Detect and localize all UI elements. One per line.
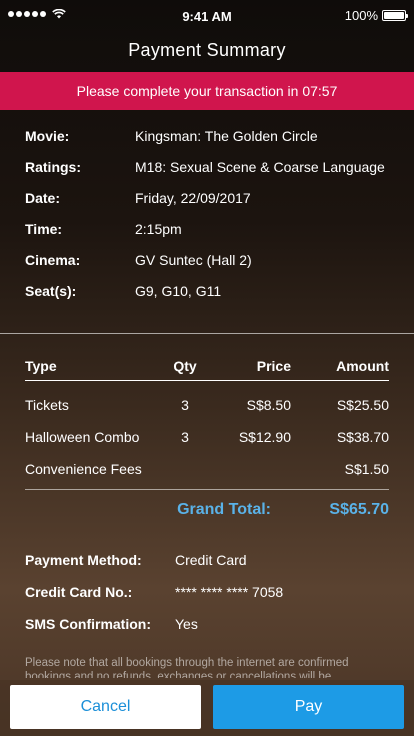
table-row: Tickets 3 S$8.50 S$25.50	[25, 389, 389, 421]
cell-price: S$8.50	[246, 397, 291, 413]
status-right: 100%	[344, 8, 408, 23]
payment-row-method: Payment Method: Credit Card	[25, 552, 395, 569]
cell-amount: S$1.50	[344, 461, 389, 477]
detail-label: Ratings:	[25, 159, 81, 175]
payment-label: Payment Method:	[25, 552, 142, 568]
detail-value: Friday, 22/09/2017	[135, 190, 251, 206]
detail-label: Time:	[25, 221, 63, 237]
detail-value: GV Suntec (Hall 2)	[135, 252, 252, 268]
cancel-button[interactable]: Cancel	[10, 685, 201, 729]
grand-total-row: Grand Total: S$65.70	[25, 490, 389, 530]
table-row: Convenience Fees S$1.50	[25, 453, 389, 485]
price-table: Type Qty Price Amount Tickets 3 S$8.50 S…	[25, 358, 389, 530]
header-price: Price	[256, 358, 291, 374]
payment-row-card: Credit Card No.: **** **** **** 7058	[25, 584, 395, 601]
page-title: Payment Summary	[128, 40, 286, 60]
cell-price: S$12.90	[238, 429, 291, 445]
battery-icon	[382, 10, 408, 21]
pay-button[interactable]: Pay	[213, 685, 404, 729]
cell-qty: 3	[181, 397, 189, 413]
detail-row-ratings: Ratings: M18: Sexual Scene & Coarse Lang…	[25, 159, 395, 176]
booking-note: Please note that all bookings through th…	[25, 657, 349, 678]
payment-details: Payment Method: Credit Card Credit Card …	[25, 552, 395, 648]
detail-value: M18: Sexual Scene & Coarse Language	[135, 159, 385, 175]
grand-total-value: S$65.70	[329, 501, 389, 518]
detail-row-date: Date: Friday, 22/09/2017	[25, 190, 395, 207]
cell-type: Tickets	[25, 397, 69, 413]
header-underline	[25, 380, 389, 381]
cell-type: Convenience Fees	[25, 461, 142, 477]
header-type: Type	[25, 358, 57, 374]
detail-row-movie: Movie: Kingsman: The Golden Circle	[25, 128, 395, 145]
cell-amount: S$38.70	[336, 429, 389, 445]
detail-row-time: Time: 2:15pm	[25, 221, 395, 238]
payment-label: SMS Confirmation:	[25, 616, 151, 632]
detail-label: Movie:	[25, 128, 70, 144]
section-divider	[0, 333, 414, 334]
header-qty: Qty	[173, 358, 197, 374]
detail-label: Seat(s):	[25, 283, 77, 299]
payment-value: Yes	[175, 616, 198, 632]
payment-value: **** **** **** 7058	[175, 584, 284, 600]
cell-qty: 3	[181, 429, 189, 445]
payment-label: Credit Card No.:	[25, 584, 133, 600]
timer-banner: Please complete your transaction in 07:5…	[0, 72, 414, 110]
payment-row-sms: SMS Confirmation: Yes	[25, 616, 395, 633]
battery-percent: 100%	[344, 8, 378, 23]
detail-row-cinema: Cinema: GV Suntec (Hall 2)	[25, 252, 395, 269]
header-amount: Amount	[336, 358, 389, 374]
booking-details: Movie: Kingsman: The Golden Circle Ratin…	[25, 128, 395, 314]
payment-value: Credit Card	[175, 552, 247, 568]
detail-value: Kingsman: The Golden Circle	[135, 128, 318, 144]
detail-row-seats: Seat(s): G9, G10, G11	[25, 283, 395, 300]
cell-amount: S$25.50	[336, 397, 389, 413]
detail-value: G9, G10, G11	[135, 283, 222, 299]
cell-type: Halloween Combo	[25, 429, 140, 445]
status-bar: 9:41 AM 100%	[0, 0, 414, 32]
table-header: Type Qty Price Amount	[25, 358, 389, 376]
grand-total-label: Grand Total:	[177, 501, 271, 518]
detail-label: Date:	[25, 190, 61, 206]
detail-label: Cinema:	[25, 252, 81, 268]
detail-value: 2:15pm	[135, 221, 182, 237]
table-row: Halloween Combo 3 S$12.90 S$38.70	[25, 421, 389, 453]
